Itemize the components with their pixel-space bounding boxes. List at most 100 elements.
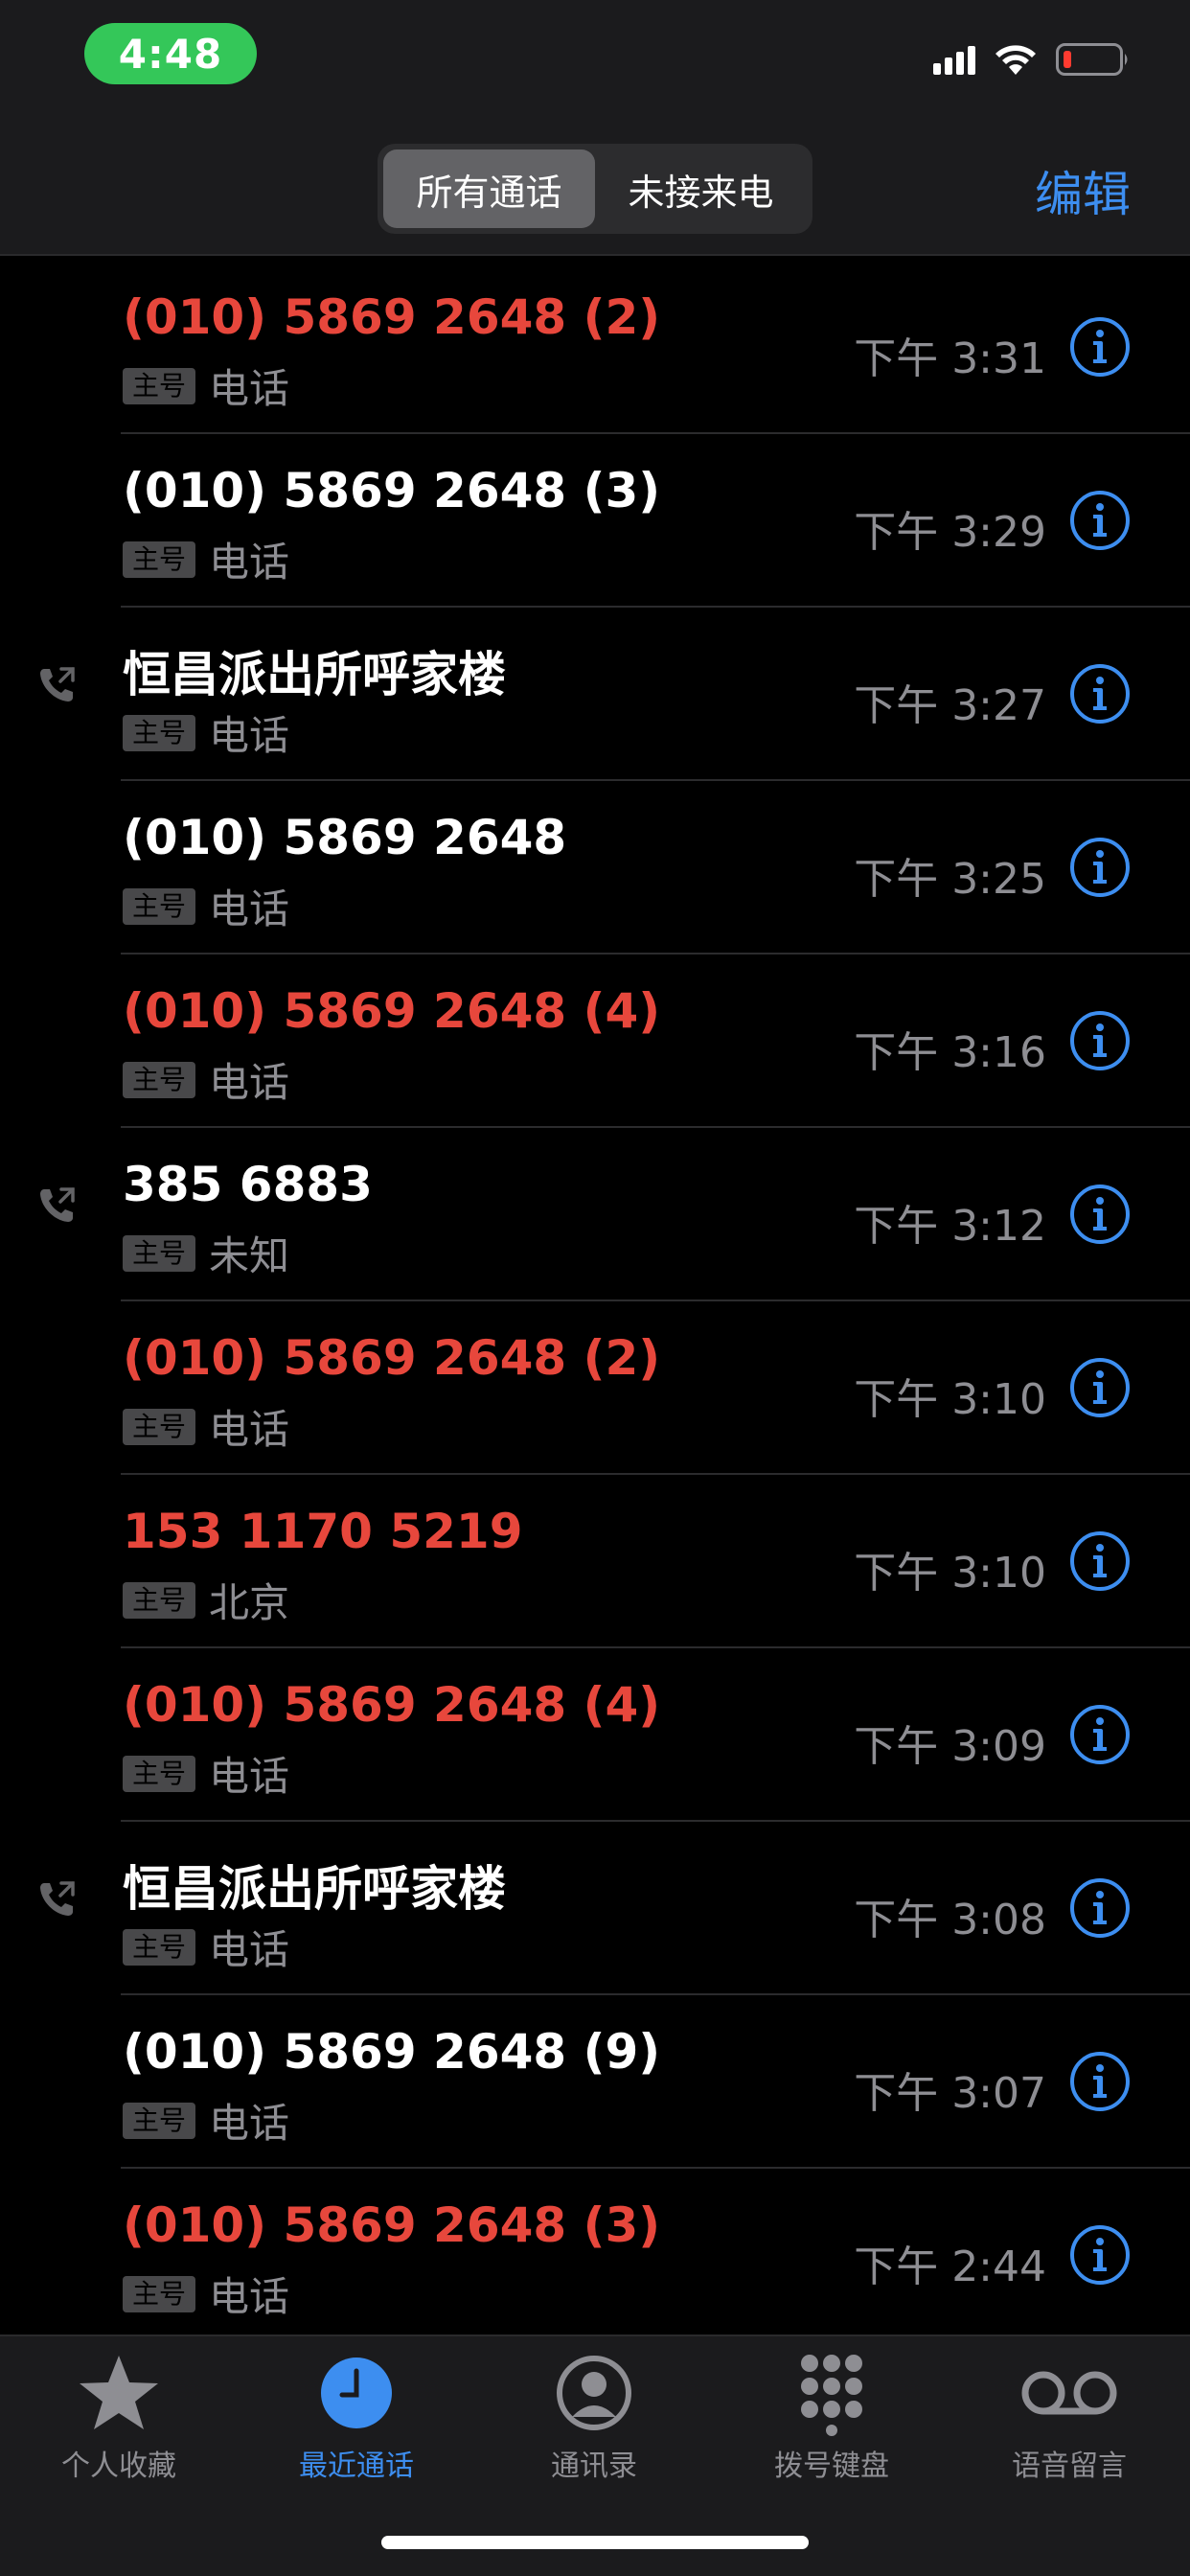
sim-badge: 主号 — [123, 367, 196, 404]
call-row[interactable]: 恒昌派出所呼家楼 主号 电话 下午 3:27 — [0, 608, 1190, 781]
caller-name: 153 1170 5219 — [123, 1504, 523, 1559]
caller-name: (010) 5869 2648 (9) — [123, 2024, 661, 2080]
call-time: 下午 3:10 — [854, 1549, 1046, 1598]
call-time: 下午 3:09 — [854, 1722, 1046, 1771]
sim-badge: 主号 — [123, 1928, 196, 1966]
call-row[interactable]: (010) 5869 2648 (4) 主号 电话 下午 3:09 — [0, 1648, 1190, 1822]
call-row[interactable]: (010) 5869 2648 (2) 主号 电话 下午 3:31 — [0, 261, 1190, 434]
tab-contacts[interactable]: 通讯录 — [498, 2350, 690, 2484]
call-subtitle: 主号 电话 — [123, 1397, 289, 1456]
call-time: 下午 2:44 — [854, 2242, 1046, 2291]
sim-badge: 主号 — [123, 1061, 196, 1098]
call-type-label: 电话 — [209, 539, 290, 586]
caller-name: (010) 5869 2648 (2) — [123, 289, 661, 345]
outgoing-call-icon — [36, 1877, 79, 1920]
wifi-icon — [993, 42, 1039, 77]
call-row[interactable]: 385 6883 主号 未知 下午 3:12 — [0, 1128, 1190, 1301]
info-icon[interactable] — [1069, 837, 1131, 898]
contact-icon — [551, 2350, 637, 2436]
sim-badge: 主号 — [123, 887, 196, 925]
call-subtitle: 主号 电话 — [123, 2091, 289, 2150]
tab-label: 语音留言 — [1012, 2450, 1127, 2483]
info-icon[interactable] — [1069, 663, 1131, 724]
call-row[interactable]: 153 1170 5219 主号 北京 下午 3:10 — [0, 1475, 1190, 1648]
star-icon — [76, 2350, 162, 2436]
caller-name: (010) 5869 2648 — [123, 810, 567, 865]
sim-badge: 主号 — [123, 1581, 196, 1619]
tab-favorites[interactable]: 个人收藏 — [23, 2350, 215, 2484]
call-row[interactable]: (010) 5869 2648 (3) 主号 电话 下午 2:44 — [0, 2169, 1190, 2342]
call-type-label: 电话 — [209, 2100, 290, 2147]
sim-badge: 主号 — [123, 2102, 196, 2139]
info-icon[interactable] — [1069, 2224, 1131, 2286]
call-subtitle: 主号 电话 — [123, 1918, 289, 1976]
info-icon[interactable] — [1069, 1010, 1131, 1071]
caller-name: 恒昌派出所呼家楼 — [123, 1861, 506, 1917]
caller-name: (010) 5869 2648 (4) — [123, 983, 661, 1039]
call-type-label: 北京 — [209, 1579, 290, 1626]
info-icon[interactable] — [1069, 1184, 1131, 1245]
caller-name: (010) 5869 2648 (4) — [123, 1677, 661, 1733]
voicemail-icon — [1021, 2350, 1117, 2436]
call-row[interactable]: (010) 5869 2648 主号 电话 下午 3:25 — [0, 781, 1190, 954]
sim-badge: 主号 — [123, 714, 196, 751]
tab-label: 个人收藏 — [61, 2450, 176, 2483]
call-subtitle: 主号 未知 — [123, 1224, 289, 1282]
call-type-label: 电话 — [209, 1406, 290, 1453]
call-time: 下午 3:07 — [854, 2069, 1046, 2118]
call-subtitle: 主号 电话 — [123, 1050, 289, 1109]
screen: 4:48 所有通话 未接来电 编辑 (010) 5869 2648 (2) 主号… — [0, 0, 1190, 2576]
call-row[interactable]: (010) 5869 2648 (3) 主号 电话 下午 3:29 — [0, 434, 1190, 608]
status-time[interactable]: 4:48 — [84, 23, 257, 84]
call-row[interactable]: (010) 5869 2648 (9) 主号 电话 下午 3:07 — [0, 1995, 1190, 2169]
tab-recents[interactable]: 最近通话 — [261, 2350, 452, 2484]
battery-low-icon — [1056, 41, 1131, 78]
call-type-label: 未知 — [209, 1232, 290, 1279]
info-icon[interactable] — [1069, 1530, 1131, 1592]
calls-filter-segmented-control: 所有通话 未接来电 — [378, 144, 812, 234]
sim-badge: 主号 — [123, 2275, 196, 2312]
sim-badge: 主号 — [123, 540, 196, 578]
outgoing-call-icon — [36, 1184, 79, 1226]
call-time: 下午 3:29 — [854, 508, 1046, 557]
call-time: 下午 3:31 — [854, 334, 1046, 383]
keypad-icon — [789, 2350, 875, 2436]
call-subtitle: 主号 北京 — [123, 1571, 289, 1629]
caller-name: 恒昌派出所呼家楼 — [123, 647, 506, 702]
tab-label: 拨号键盘 — [774, 2450, 889, 2483]
call-subtitle: 主号 电话 — [123, 703, 289, 762]
caller-name: (010) 5869 2648 (2) — [123, 1330, 661, 1386]
call-subtitle: 主号 电话 — [123, 530, 289, 588]
caller-name: (010) 5869 2648 (3) — [123, 463, 661, 518]
caller-name: 385 6883 — [123, 1157, 373, 1212]
tab-label: 通讯录 — [551, 2450, 637, 2483]
call-type-label: 电话 — [209, 886, 290, 932]
call-type-label: 电话 — [209, 2273, 290, 2320]
call-row[interactable]: (010) 5869 2648 (4) 主号 电话 下午 3:16 — [0, 954, 1190, 1128]
outgoing-call-icon — [36, 663, 79, 705]
call-row[interactable]: 恒昌派出所呼家楼 主号 电话 下午 3:08 — [0, 1822, 1190, 1995]
tab-voicemail[interactable]: 语音留言 — [973, 2350, 1165, 2484]
info-icon[interactable] — [1069, 1357, 1131, 1418]
segment-missed-calls[interactable]: 未接来电 — [595, 150, 807, 228]
call-time: 下午 3:08 — [854, 1896, 1046, 1944]
segment-all-calls[interactable]: 所有通话 — [383, 150, 595, 228]
sim-badge: 主号 — [123, 1408, 196, 1445]
call-time: 下午 3:25 — [854, 855, 1046, 904]
info-icon[interactable] — [1069, 1877, 1131, 1939]
call-type-label: 电话 — [209, 1059, 290, 1106]
caller-name: (010) 5869 2648 (3) — [123, 2197, 661, 2253]
home-indicator[interactable] — [381, 2536, 809, 2549]
call-row[interactable]: (010) 5869 2648 (2) 主号 电话 下午 3:10 — [0, 1301, 1190, 1475]
cellular-signal-icon — [933, 44, 975, 75]
call-subtitle: 主号 电话 — [123, 2265, 289, 2323]
tab-keypad[interactable]: 拨号键盘 — [736, 2350, 927, 2484]
call-subtitle: 主号 电话 — [123, 1744, 289, 1803]
info-icon[interactable] — [1069, 1704, 1131, 1765]
info-icon[interactable] — [1069, 316, 1131, 378]
info-icon[interactable] — [1069, 2051, 1131, 2112]
sim-badge: 主号 — [123, 1755, 196, 1792]
info-icon[interactable] — [1069, 490, 1131, 551]
edit-button[interactable]: 编辑 — [1035, 156, 1131, 225]
call-time: 下午 3:12 — [854, 1202, 1046, 1251]
